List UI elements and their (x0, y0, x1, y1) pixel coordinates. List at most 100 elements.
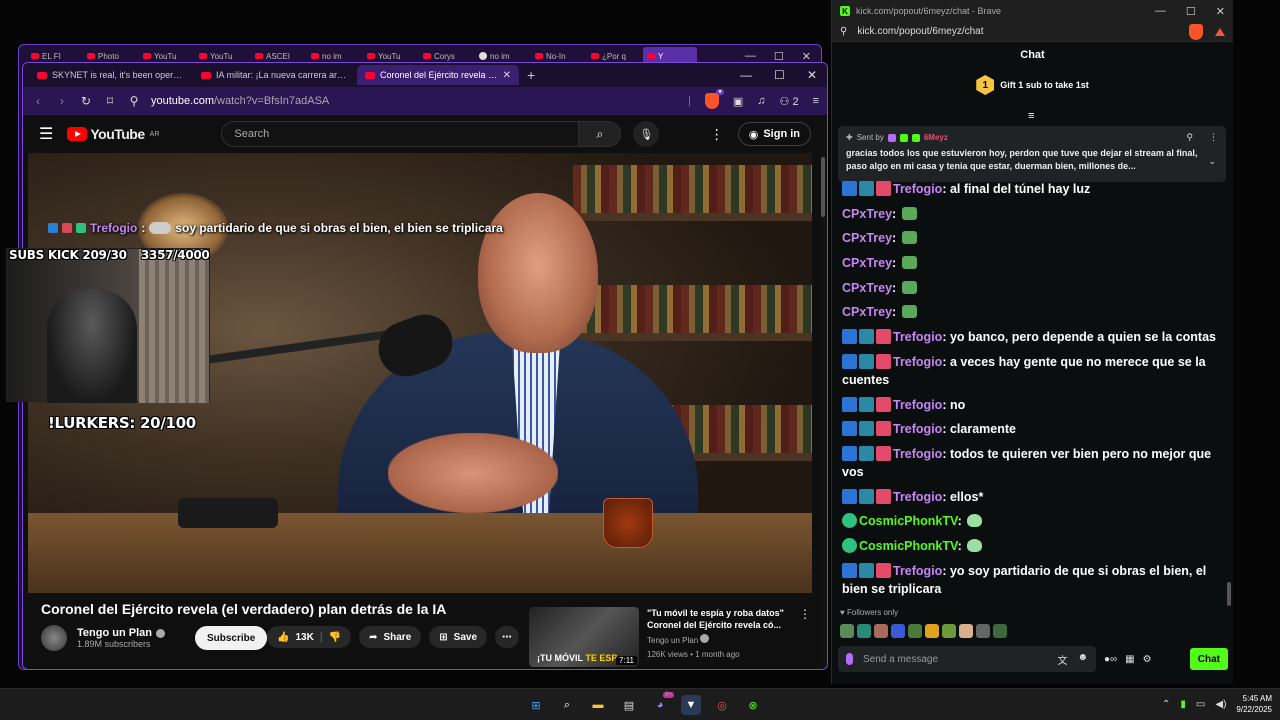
channel-name[interactable]: Tengo un Plan (77, 627, 165, 639)
youtube-logo[interactable]: YouTube AR (67, 126, 159, 142)
reload-icon[interactable]: ↻ (79, 94, 93, 108)
hamburger-menu-icon[interactable]: ☰ (39, 124, 53, 144)
send-message-input[interactable]: Send a message 文 ☻ (838, 646, 1096, 672)
minimize-icon[interactable]: — (745, 50, 756, 63)
emote-icon[interactable] (891, 624, 905, 638)
maximize-icon[interactable]: ☐ (774, 50, 784, 63)
translate-icon[interactable]: 文 (1057, 652, 1067, 667)
emote-picker-icon[interactable]: ☻ (1077, 652, 1088, 667)
chat-username[interactable]: CPxTrey (842, 305, 892, 319)
mic-icon[interactable]: ▮ (1180, 699, 1186, 710)
site-settings-icon[interactable]: ⚲ (127, 94, 141, 108)
reader-mode-icon[interactable]: ▣ (733, 95, 743, 108)
search-icon[interactable]: ⌕ (579, 121, 622, 147)
chat-username[interactable]: Trefogio (893, 330, 942, 344)
browser-menu-icon[interactable]: ≡ (813, 95, 819, 107)
start-icon[interactable]: ⊞ (526, 695, 546, 715)
sign-in-button[interactable]: ◉ Sign in (737, 122, 811, 146)
file-explorer-icon[interactable]: ▬ (588, 695, 608, 715)
back-icon[interactable]: ‹ (31, 94, 45, 108)
store-icon[interactable]: ▦ (1125, 654, 1134, 665)
emote-icon[interactable] (925, 624, 939, 638)
store-icon[interactable]: ▤ (619, 695, 639, 715)
chat-settings-icon[interactable]: ⚙ (1143, 654, 1152, 665)
new-tab-icon[interactable]: + (521, 67, 541, 83)
voice-search-icon[interactable]: 🎙 (633, 121, 660, 147)
unpin-icon[interactable]: ⚲ (1186, 132, 1193, 143)
scrollbar-thumb[interactable] (1227, 582, 1231, 606)
search-input[interactable]: Search (221, 121, 580, 147)
close-icon[interactable]: ✕ (807, 68, 817, 82)
chat-send-button[interactable]: Chat (1189, 648, 1228, 670)
scrollbar-thumb[interactable] (821, 157, 825, 217)
minimize-icon[interactable]: — (1155, 5, 1166, 18)
close-icon[interactable]: ✕ (802, 50, 811, 63)
like-button[interactable]: 👍 13K | 👎 (267, 626, 352, 648)
emote-icon[interactable] (976, 624, 990, 638)
chat-username[interactable]: Trefogio (893, 490, 942, 504)
chevron-down-icon[interactable]: ⌄ (1208, 156, 1216, 167)
chat-url[interactable]: kick.com/popout/6meyz/chat (857, 26, 983, 37)
minimize-icon[interactable]: — (740, 68, 752, 82)
vpn-icon[interactable]: ▼ (681, 695, 701, 715)
chat-username[interactable]: Trefogio (893, 447, 942, 461)
chat-username[interactable]: Trefogio (893, 398, 942, 412)
chat-username[interactable]: CosmicPhonkTV (859, 539, 958, 553)
xbox-icon[interactable]: ⊗ (743, 695, 763, 715)
thumbs-down-icon[interactable]: 👎 (329, 632, 341, 643)
related-more-icon[interactable]: ⋮ (799, 607, 811, 667)
support-icon[interactable]: ●∞ (1104, 654, 1117, 665)
search-icon[interactable]: ⌕ (557, 695, 577, 715)
gift-sub-banner[interactable]: 1 Gift 1 sub to take 1st (832, 68, 1233, 102)
emote-icon[interactable] (840, 624, 854, 638)
tab-ia-militar[interactable]: IA militar: ¡La nueva carrera armame (193, 65, 355, 85)
chat-username[interactable]: CPxTrey (842, 281, 892, 295)
brave-icon[interactable]: ◎ (712, 695, 732, 715)
emote-icon[interactable] (908, 624, 922, 638)
url-field[interactable]: youtube.com/watch?v=BfsIn7adASA (151, 95, 329, 107)
brave-shield-icon[interactable]: ● (704, 89, 724, 109)
chat-username[interactable]: Trefogio (893, 355, 942, 369)
share-button[interactable]: ➦ Share (359, 626, 422, 648)
related-title[interactable]: "Tu móvil te espía y roba datos" Coronel… (647, 607, 787, 631)
related-video[interactable]: ¡TU MÓVIL TE ESP 7:11 "Tu móvil te espía… (529, 607, 811, 667)
chat-username[interactable]: Trefogio (893, 564, 942, 578)
brave-shield-icon[interactable] (1189, 23, 1203, 40)
volume-icon[interactable]: ◀) (1215, 699, 1226, 710)
chat-username[interactable]: CPxTrey (842, 256, 892, 270)
chat-username[interactable]: Trefogio (893, 422, 942, 436)
related-channel[interactable]: Tengo un Plan (647, 636, 698, 645)
pinned-more-icon[interactable]: ⋮ (1209, 132, 1218, 143)
emote-icon[interactable] (857, 624, 871, 638)
filter-icon[interactable]: ≡ (1028, 110, 1034, 122)
maximize-icon[interactable]: ☐ (774, 68, 785, 82)
page-scrollbar[interactable] (819, 153, 827, 669)
chat-username[interactable]: CPxTrey (842, 231, 892, 245)
brave-rewards-icon[interactable] (1215, 27, 1225, 36)
chevron-up-icon[interactable]: ⌃ (1162, 699, 1170, 710)
subscribe-button[interactable]: Subscribe (194, 626, 268, 650)
site-settings-icon[interactable]: ⚲ (840, 26, 847, 37)
chat-username[interactable]: CosmicPhonkTV (859, 514, 958, 528)
emote-icon[interactable] (993, 624, 1007, 638)
emote-icon[interactable] (959, 624, 973, 638)
network-icon[interactable]: ▭ (1196, 699, 1205, 710)
tab-close-icon[interactable]: ✕ (503, 70, 511, 81)
related-thumbnail[interactable]: ¡TU MÓVIL TE ESP 7:11 (529, 607, 639, 667)
chat-username[interactable]: CPxTrey (842, 207, 892, 221)
maximize-icon[interactable]: ☐ (1186, 5, 1196, 18)
save-button[interactable]: ⊞ Save (429, 626, 488, 648)
chat-username[interactable]: Trefogio (893, 182, 942, 196)
bookmark-icon[interactable]: ⌑ (103, 94, 117, 108)
more-options-icon[interactable]: ⋮ (710, 126, 724, 143)
more-actions-button[interactable]: ⋯ (495, 626, 520, 648)
tab-coronel[interactable]: Coronel del Ejército revela (el ve ✕ (357, 65, 519, 85)
emote-icon[interactable] (874, 624, 888, 638)
tab-skynet[interactable]: SKYNET is real, it's been operating fo (29, 65, 191, 85)
media-icon[interactable]: ♫ (757, 95, 765, 107)
chat-scrollbar[interactable] (1227, 176, 1231, 606)
channel-avatar[interactable] (41, 625, 67, 651)
discord-icon[interactable]: ◕ 9+ (650, 692, 674, 715)
extensions-icon[interactable]: ⚇ 2 (780, 95, 799, 108)
emote-icon[interactable] (942, 624, 956, 638)
